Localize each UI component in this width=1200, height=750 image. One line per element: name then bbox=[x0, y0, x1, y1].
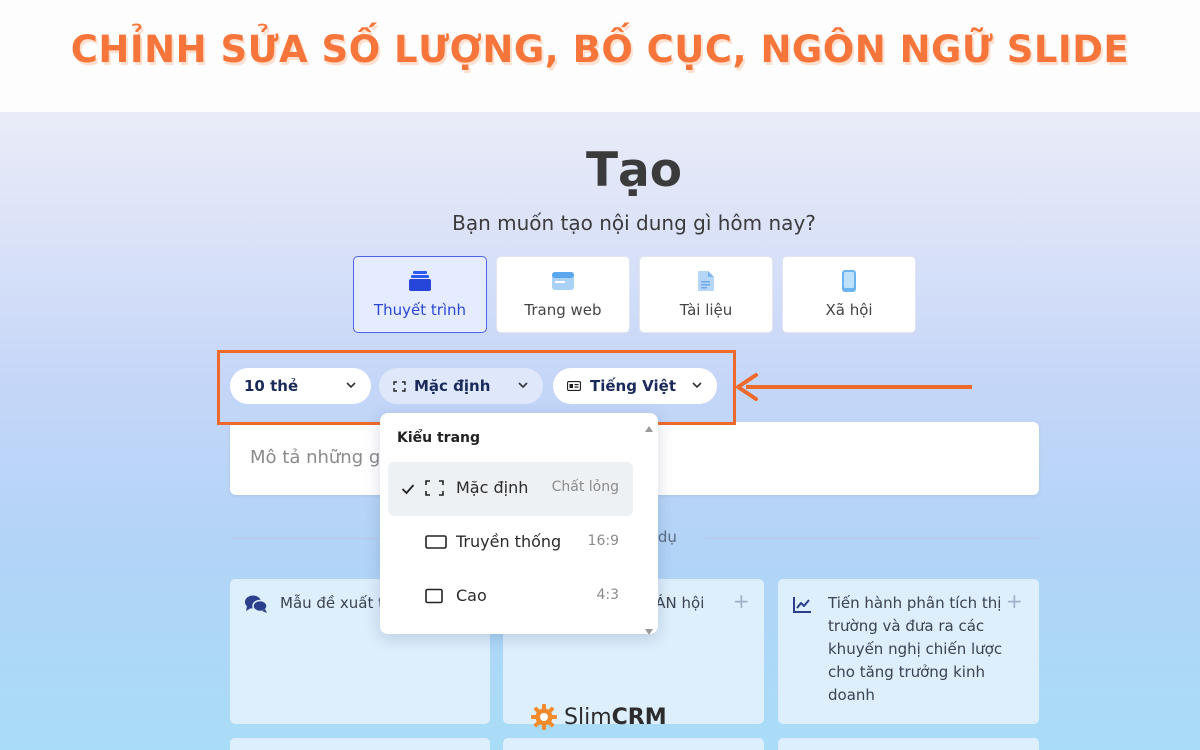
stack-icon bbox=[408, 269, 432, 293]
example-card[interactable] bbox=[778, 738, 1039, 750]
divider-right bbox=[705, 538, 1039, 539]
dropdown-item-traditional[interactable]: Truyền thống 16:9 bbox=[388, 516, 633, 570]
type-card-document[interactable]: Tài liệu bbox=[639, 256, 773, 333]
dropdown-item-meta: 16:9 bbox=[587, 533, 619, 549]
dropdown-item-label: Mặc định bbox=[456, 478, 529, 497]
type-card-presentation[interactable]: Thuyết trình bbox=[353, 256, 487, 333]
frame-icon bbox=[425, 480, 444, 500]
type-card-social[interactable]: Xã hội bbox=[782, 256, 916, 333]
type-card-label: Tài liệu bbox=[679, 301, 733, 319]
example-card[interactable] bbox=[503, 738, 764, 750]
standard-screen-icon bbox=[425, 588, 444, 608]
dropdown-item-label: Truyền thống bbox=[456, 532, 562, 551]
chat-bubbles-icon bbox=[244, 594, 268, 618]
logo-text-light: Slim bbox=[564, 704, 612, 730]
dropdown-item-tall[interactable]: Cao 4:3 bbox=[388, 570, 633, 624]
check-icon bbox=[401, 480, 415, 499]
banner-title: CHỈNH SỬA SỐ LƯỢNG, BỐ CỤC, NGÔN NGỮ SLI… bbox=[70, 28, 1130, 71]
layout-dropdown: Kiểu trang Mặc định Chất lỏng Truyền thố… bbox=[380, 413, 658, 634]
dropdown-item-meta: Chất lỏng bbox=[551, 479, 619, 495]
type-card-label: Xã hội bbox=[825, 301, 873, 319]
page-subtitle: Bạn muốn tạo nội dung gì hôm nay? bbox=[452, 211, 816, 235]
plus-icon[interactable]: + bbox=[1006, 591, 1023, 611]
example-card[interactable]: Tiến hành phân tích thị trường và đưa ra… bbox=[778, 579, 1039, 724]
logo-text-bold: CRM bbox=[611, 704, 667, 730]
type-card-label: Thuyết trình bbox=[373, 301, 467, 319]
scroll-down-icon[interactable] bbox=[644, 621, 654, 634]
type-card-webpage[interactable]: Trang web bbox=[496, 256, 630, 333]
slimcrm-logo: SlimCRM bbox=[530, 703, 667, 731]
example-card[interactable] bbox=[230, 738, 490, 750]
scroll-up-icon[interactable] bbox=[644, 418, 654, 437]
dropdown-header: Kiểu trang bbox=[397, 430, 481, 446]
example-card-text: Tiến hành phân tích thị trường và đưa ra… bbox=[828, 594, 1003, 704]
page-title: Tạo bbox=[585, 143, 683, 198]
dropdown-item-meta: 4:3 bbox=[596, 587, 619, 603]
dropdown-item-label: Cao bbox=[456, 586, 487, 605]
widescreen-icon bbox=[425, 534, 447, 554]
plus-icon[interactable]: + bbox=[733, 591, 750, 611]
type-card-label: Trang web bbox=[524, 301, 602, 319]
banner: CHỈNH SỬA SỐ LƯỢNG, BỐ CỤC, NGÔN NGỮ SLI… bbox=[0, 0, 1200, 112]
gear-icon bbox=[530, 703, 558, 731]
line-chart-icon bbox=[792, 596, 812, 618]
document-icon bbox=[697, 269, 715, 293]
phone-icon bbox=[841, 269, 857, 293]
browser-icon bbox=[551, 269, 575, 293]
annotation-arrow-icon bbox=[736, 373, 972, 401]
dropdown-item-default[interactable]: Mặc định Chất lỏng bbox=[388, 462, 633, 516]
